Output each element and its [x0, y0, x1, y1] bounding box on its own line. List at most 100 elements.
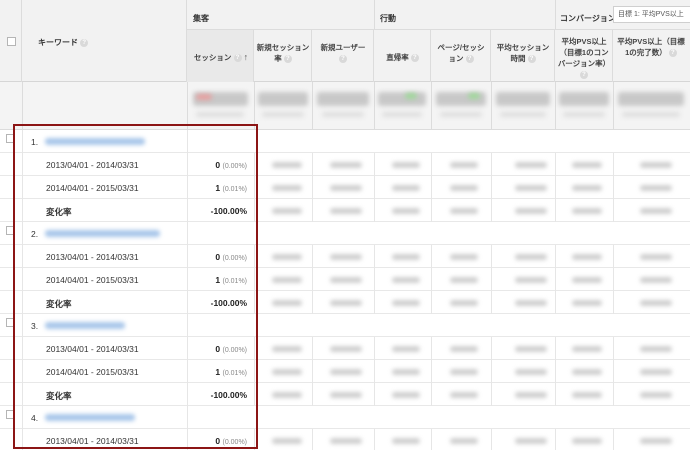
- column-divider: [312, 337, 313, 360]
- blurred-total: [322, 112, 364, 117]
- blurred-keyword-link[interactable]: [45, 138, 145, 145]
- table-row: 変化率 -100.00%: [0, 383, 690, 406]
- sessions-count: 1: [215, 183, 221, 193]
- help-icon[interactable]: ?: [527, 55, 536, 64]
- column-divider: [613, 429, 614, 450]
- table-row: 2014/04/01 - 2015/03/31 1 (0.01%): [0, 360, 690, 383]
- help-icon[interactable]: ?: [465, 55, 474, 64]
- blurred-metric: [572, 254, 602, 260]
- new-users-column-header[interactable]: 新規ユーザー ?: [315, 42, 371, 64]
- goal1-conversion-rate-header-label: 平均PVS以上（目標1のコンバージョン率）: [557, 37, 611, 68]
- column-divider: [254, 268, 255, 291]
- sessions-column-header[interactable]: セッション ? ↑: [190, 52, 252, 63]
- blurred-metric: [450, 162, 478, 168]
- column-divider: [312, 153, 313, 176]
- column-divider: [312, 245, 313, 268]
- blurred-metric: [572, 300, 602, 306]
- blurred-metric: [515, 438, 547, 444]
- table-row: 2013/04/01 - 2014/03/31 0 (0.00%): [0, 153, 690, 176]
- blurred-metric: [515, 369, 547, 375]
- column-divider: [254, 291, 255, 314]
- goal-select[interactable]: 目標 1: 平均PVS以上: [613, 6, 690, 23]
- help-icon[interactable]: ?: [80, 38, 89, 47]
- column-divider: [254, 153, 255, 176]
- sessions-value: 1 (0.01%): [215, 183, 247, 193]
- column-divider: [374, 176, 375, 199]
- conversion-group-header: コンバージョン: [560, 14, 616, 23]
- column-divider: [187, 268, 188, 291]
- help-icon[interactable]: ?: [668, 49, 677, 58]
- blurred-metric: [330, 185, 362, 191]
- column-divider: [613, 199, 614, 222]
- column-divider: [22, 406, 23, 429]
- bounce-rate-column-header[interactable]: 直帰率 ?: [376, 52, 429, 63]
- column-divider: [374, 245, 375, 268]
- column-divider: [22, 337, 23, 360]
- blurred-metric: [272, 438, 302, 444]
- goal1-conversion-rate-column-header[interactable]: 平均PVS以上（目標1のコンバージョン率） ?: [557, 36, 611, 80]
- column-divider: [613, 383, 614, 406]
- blurred-keyword-link[interactable]: [45, 230, 160, 237]
- keyword-column-header[interactable]: キーワード ?: [38, 37, 89, 48]
- blurred-metric: [572, 369, 602, 375]
- help-icon[interactable]: ?: [339, 55, 347, 64]
- pages-per-session-header-label: ページ/セッション: [437, 43, 485, 63]
- change-rate-value: -100.00%: [210, 390, 247, 400]
- blurred-metric: [330, 392, 362, 398]
- period-2013-label: 2013/04/01 - 2014/03/31: [46, 344, 139, 354]
- blurred-metric: [272, 346, 302, 352]
- help-icon[interactable]: ?: [410, 54, 419, 63]
- column-divider: [312, 360, 313, 383]
- column-divider: [22, 268, 23, 291]
- column-divider: [22, 176, 23, 199]
- column-divider: [555, 337, 556, 360]
- column-divider: [431, 291, 432, 314]
- blurred-metric: [330, 300, 362, 306]
- blurred-keyword-link[interactable]: [45, 414, 135, 421]
- table-row: 変化率 -100.00%: [0, 291, 690, 314]
- column-divider: [22, 383, 23, 406]
- sessions-share: (0.00%): [222, 439, 247, 446]
- help-icon[interactable]: ?: [233, 54, 242, 63]
- column-divider: [491, 360, 492, 383]
- keyword-header-label: キーワード: [38, 38, 78, 47]
- column-divider: [491, 429, 492, 450]
- help-icon[interactable]: ?: [580, 71, 588, 80]
- row-checkbox[interactable]: [6, 134, 15, 143]
- row-checkbox[interactable]: [6, 226, 15, 235]
- column-divider: [431, 153, 432, 176]
- blurred-metric: [392, 277, 420, 283]
- blurred-metric: [272, 208, 302, 214]
- blurred-metric: [572, 277, 602, 283]
- pages-per-session-column-header[interactable]: ページ/セッション ?: [434, 42, 488, 64]
- blurred-metric: [392, 185, 420, 191]
- column-divider: [613, 245, 614, 268]
- blurred-metric: [330, 346, 362, 352]
- blurred-metric: [392, 392, 420, 398]
- period-2014-label: 2014/04/01 - 2015/03/31: [46, 367, 139, 377]
- new-sessions-pct-column-header[interactable]: 新規セッション率 ?: [256, 42, 310, 64]
- column-divider: [22, 314, 23, 337]
- blurred-keyword-link[interactable]: [45, 322, 125, 329]
- row-checkbox[interactable]: [6, 410, 15, 419]
- column-divider: [187, 314, 188, 337]
- blurred-metric: [392, 162, 420, 168]
- column-divider: [254, 337, 255, 360]
- sessions-value: 0 (0.00%): [215, 252, 247, 262]
- blurred-total: [262, 112, 304, 117]
- blurred-metric: [392, 438, 420, 444]
- blurred-metric: [515, 185, 547, 191]
- column-divider: [374, 360, 375, 383]
- new-users-header-label: 新規ユーザー: [320, 43, 366, 52]
- goal1-completions-column-header[interactable]: 平均PVS以上（目標1の完了数） ?: [616, 36, 686, 58]
- row-checkbox[interactable]: [6, 318, 15, 327]
- change-rate-label: 変化率: [46, 207, 72, 217]
- column-divider: [613, 176, 614, 199]
- avg-session-duration-column-header[interactable]: 平均セッション時間 ?: [494, 42, 552, 64]
- avg-session-duration-header-label: 平均セッション時間: [496, 43, 550, 63]
- blurred-metric: [572, 392, 602, 398]
- sort-ascending-icon[interactable]: ↑: [244, 52, 249, 62]
- help-icon[interactable]: ?: [283, 55, 292, 64]
- blurred-metric: [330, 277, 362, 283]
- column-divider: [491, 383, 492, 406]
